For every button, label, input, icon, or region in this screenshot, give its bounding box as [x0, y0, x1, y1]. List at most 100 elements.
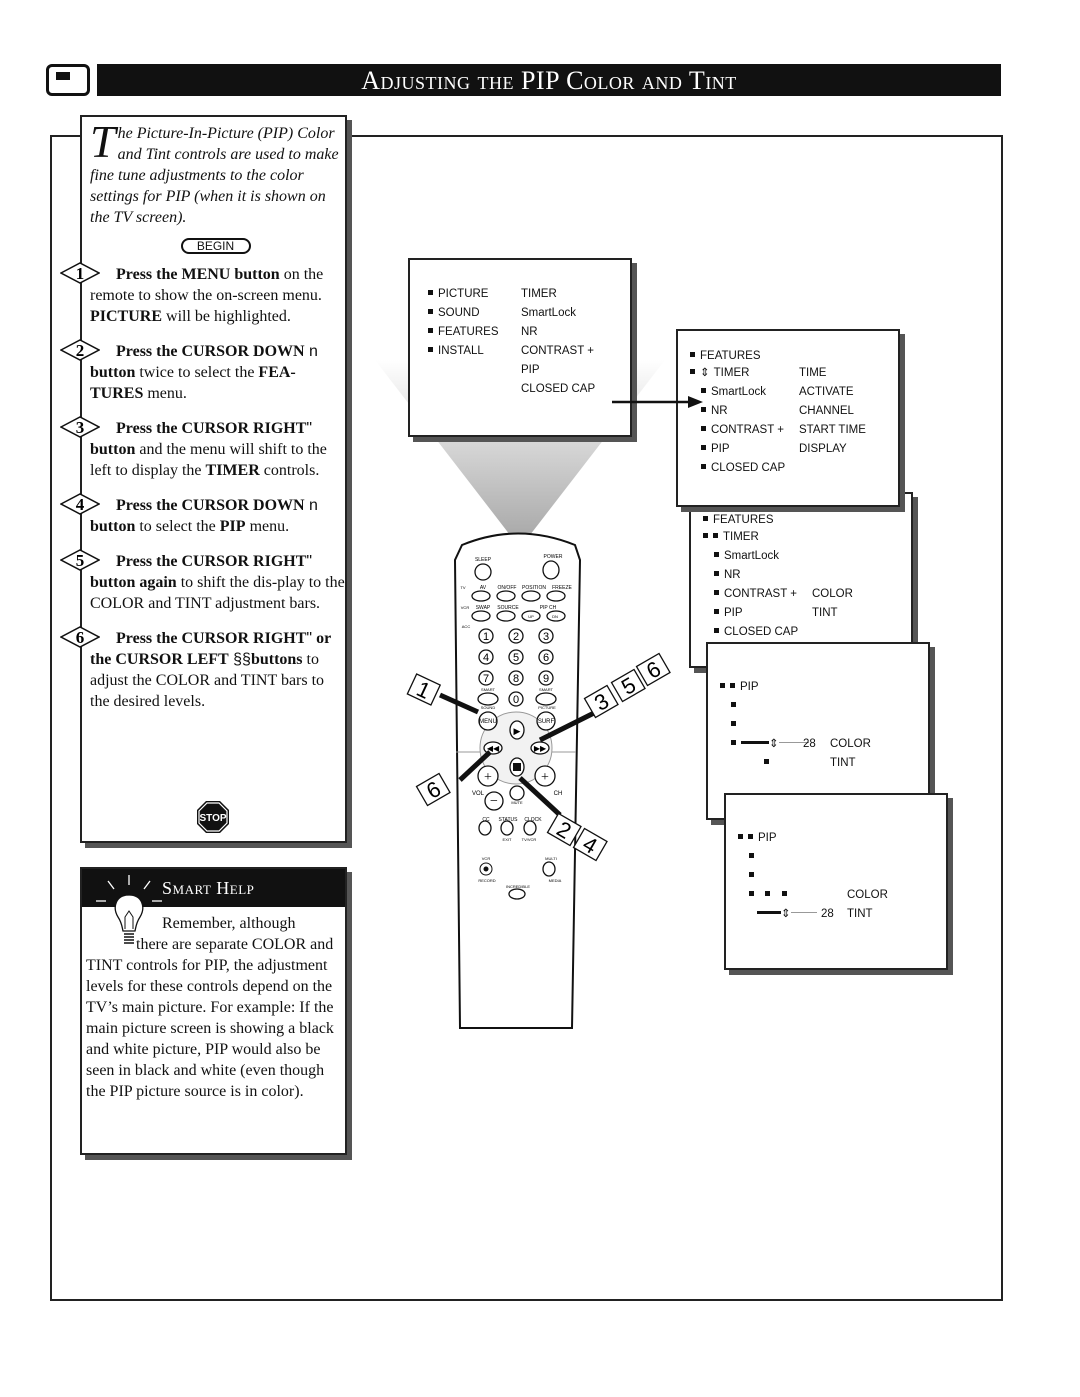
step-number: 5	[76, 551, 85, 570]
instructions-box: The Picture-In-Picture (PIP) Color and T…	[60, 115, 347, 843]
color-label: COLOR	[830, 738, 871, 750]
bullet-icon	[701, 445, 706, 450]
step-number-diamond-icon: 5	[60, 549, 100, 571]
step-text: will be highlighted.	[162, 308, 291, 325]
smart-help-box: Smart Help Remember, although there are s…	[80, 867, 347, 1155]
step-heading: Press the CURSOR RIGHT	[116, 553, 307, 570]
step-text: twice to select the	[135, 364, 259, 381]
svg-text:+: +	[541, 770, 549, 785]
remote-label: PIP CH	[540, 605, 557, 611]
drop-cap: T	[90, 116, 116, 167]
bullet-icon	[690, 352, 695, 357]
remote-label: PICTURE	[538, 705, 556, 710]
submenu-item: DISPLAY	[799, 443, 847, 455]
digit-label: 5	[513, 652, 519, 664]
remote-label: INCREDIBLE	[506, 884, 530, 889]
cc-button[interactable]	[478, 820, 492, 836]
step-text: "	[306, 630, 313, 647]
bullet-icon	[731, 721, 736, 726]
menu-title: PIP	[738, 829, 777, 848]
bullet-icon	[690, 369, 695, 374]
remote-label: AV	[480, 585, 487, 591]
step-text: to select the	[135, 518, 220, 535]
submenu-item: ACTIVATE	[799, 386, 854, 398]
remote-label: VCR	[461, 605, 470, 610]
submenu-item: PIP	[521, 364, 540, 376]
step-number-diamond-icon: 3	[60, 416, 100, 438]
bullet-icon	[703, 516, 708, 521]
step-2: 2 Press the CURSOR DOWN n button twice to…	[60, 339, 345, 404]
power-button[interactable]	[542, 560, 560, 580]
remote-label: SWAP	[476, 605, 491, 611]
step-number: 4	[76, 495, 85, 514]
svg-text:+: +	[484, 770, 492, 785]
remote-label: ON/OFF	[498, 585, 517, 591]
menu-item: PIP	[701, 440, 730, 459]
bullet-icon	[730, 683, 735, 688]
incredible-button[interactable]	[508, 888, 526, 900]
step-number-diamond-icon: 1	[60, 262, 100, 284]
bullet-icon	[714, 609, 719, 614]
step-text: TIMER	[205, 462, 260, 479]
sleep-button[interactable]	[474, 563, 492, 581]
step-number-diamond-icon: 2	[60, 339, 100, 361]
bullet-icon	[765, 891, 771, 896]
remote-label: MUTE	[511, 800, 523, 805]
step-heading: Press the CURSOR RIGHT	[116, 420, 307, 437]
position-button[interactable]	[521, 590, 541, 602]
remote-label: SMART	[481, 687, 495, 692]
bullet-icon	[714, 590, 719, 595]
submenu-item: COLOR	[812, 588, 853, 600]
step-number: 2	[76, 341, 85, 360]
source-button[interactable]	[496, 610, 516, 622]
menu-item: ⇕ TIMER	[690, 364, 749, 383]
step-number-diamond-icon: 6	[60, 626, 100, 648]
menu-item: CONTRAST +	[714, 585, 797, 604]
freeze-button[interactable]	[546, 590, 566, 602]
step-5: 5 Press the CURSOR RIGHT" button again to…	[60, 549, 345, 614]
swap-button[interactable]	[471, 610, 491, 622]
bullets	[749, 886, 792, 905]
remote-label: ACC	[462, 624, 471, 629]
remote-label: POWER	[544, 554, 563, 560]
fast-forward-icon: ▶▶	[534, 744, 547, 753]
step-text: PICTURE	[90, 308, 163, 325]
color-label: COLOR	[847, 889, 888, 901]
bullet-icon	[428, 347, 433, 352]
tint-label: TINT	[830, 757, 856, 769]
step-heading: Press the MENU button	[116, 266, 280, 283]
remote-label: SLEEP	[475, 557, 492, 563]
step-text: button	[90, 441, 136, 458]
bullet-icon	[703, 533, 708, 538]
bullet-icon	[749, 853, 754, 858]
stop-icon: STOP	[197, 801, 229, 833]
menu-item: SOUND	[428, 304, 480, 323]
svg-text:−: −	[490, 794, 498, 809]
remote-label: RECORD	[478, 878, 495, 883]
bullet-icon	[714, 552, 719, 557]
remote-label: VOL	[472, 791, 485, 797]
smart-sound-button[interactable]	[477, 692, 499, 706]
bullet	[749, 848, 759, 867]
mute-button[interactable]	[509, 785, 525, 801]
color-slider: ⇕	[731, 735, 809, 754]
submenu-item: CONTRAST +	[521, 345, 594, 357]
bullet-icon	[428, 309, 433, 314]
menu-item: INSTALL	[428, 342, 484, 361]
status-button[interactable]	[500, 820, 514, 836]
remote-label: DN	[552, 614, 558, 619]
bullet-icon	[764, 759, 769, 764]
remote-label: MULTI	[545, 856, 557, 861]
multimedia-button[interactable]	[542, 861, 556, 877]
smart-help-text-2: there are separate COLOR and TINT contro…	[86, 936, 334, 1100]
av-button[interactable]	[471, 590, 491, 602]
clock-button[interactable]	[523, 820, 537, 836]
step-1: 1 Press the MENU button on the remote to …	[60, 262, 345, 327]
remote-label: UP	[528, 614, 534, 619]
menu-item: CLOSED CAP	[701, 459, 785, 478]
bullet-icon	[749, 872, 754, 877]
menu-item: SmartLock	[701, 383, 766, 402]
onoff-button[interactable]	[496, 590, 516, 602]
bullet-icon	[701, 464, 706, 469]
smart-picture-button[interactable]	[535, 692, 557, 706]
